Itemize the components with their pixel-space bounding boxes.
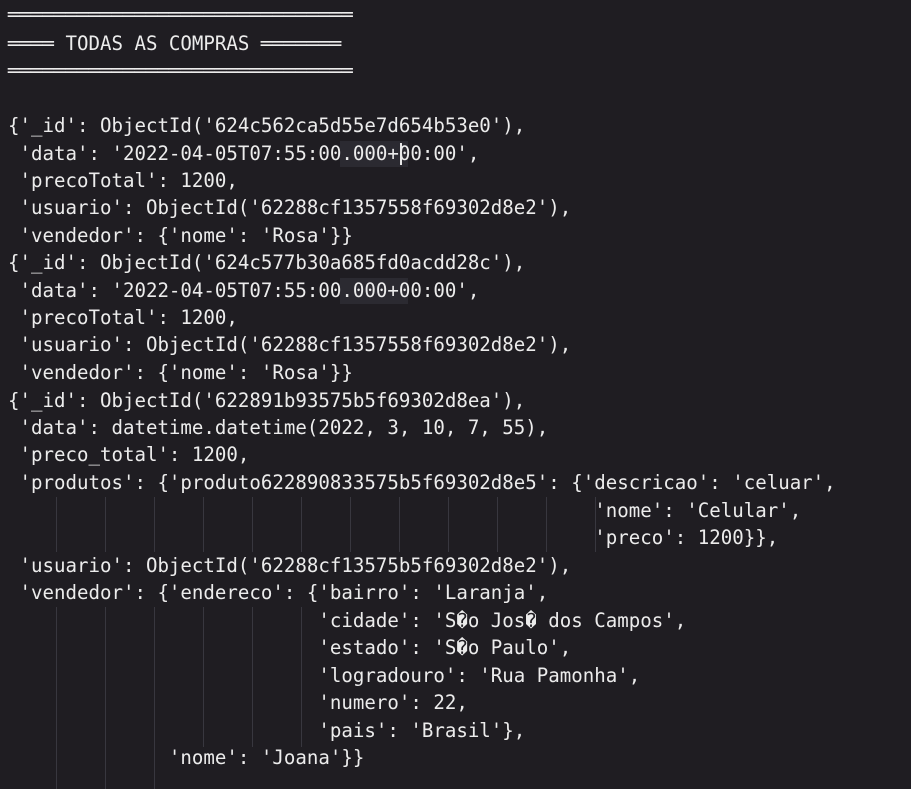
- terminal-line: 'estado': 'S�o Paulo',: [8, 636, 572, 659]
- terminal-line: 'precoTotal': 1200,: [8, 169, 238, 192]
- terminal-line: 'usuario': ObjectId('62288cf1357558f6930…: [8, 196, 572, 219]
- terminal-line: 'data': datetime.datetime(2022, 3, 10, 7…: [8, 416, 549, 439]
- terminal-line: 'data': '2022-04-05T07:55:00.000+00:00',: [8, 279, 480, 302]
- terminal-line: 'precoTotal': 1200,: [8, 306, 238, 329]
- terminal-line: 'produtos': {'produto622890833575b5f6930…: [8, 471, 836, 494]
- terminal-line: {'_id': ObjectId('624c562ca5d55e7d654b53…: [8, 114, 526, 137]
- terminal-line: 'cidade': 'S�o Jos� dos Campos',: [8, 609, 687, 632]
- terminal-line: 'pais': 'Brasil'},: [8, 719, 526, 742]
- terminal-line: 'usuario': ObjectId('62288cf1357558f6930…: [8, 333, 572, 356]
- terminal-line: 'preco': 1200}},: [8, 526, 779, 549]
- terminal-line: 'nome': 'Joana'}}: [8, 746, 365, 769]
- terminal-line: 'vendedor': {'nome': 'Rosa'}}: [8, 224, 353, 247]
- terminal-line: 'data': '2022-04-05T07:55:00.000+00:00',: [8, 142, 480, 165]
- terminal-line: {'_id': ObjectId('622891b93575b5f69302d8…: [8, 389, 526, 412]
- terminal-line: ══════════════════════════════: [8, 3, 353, 26]
- terminal-line: ══════════════════════════════: [8, 59, 353, 82]
- terminal-line: 'nome': 'Celular',: [8, 499, 802, 522]
- terminal-line: 'numero': 22,: [8, 691, 468, 714]
- terminal-line: ════ TODAS AS COMPRAS ═══════: [8, 32, 342, 55]
- terminal-line: 'usuario': ObjectId('62288cf13575b5f6930…: [8, 554, 572, 577]
- terminal-line: 'vendedor': {'endereco': {'bairro': 'Lar…: [8, 581, 549, 604]
- terminal-line: 'logradouro': 'Rua Pamonha',: [8, 664, 641, 687]
- terminal-line: 'vendedor': {'nome': 'Rosa'}}: [8, 361, 353, 384]
- terminal-line: {'_id': ObjectId('624c577b30a685fd0acdd2…: [8, 251, 526, 274]
- terminal-line: 'preco_total': 1200,: [8, 443, 250, 466]
- terminal-output[interactable]: ══════════════════════════════ ════ TODA…: [0, 0, 911, 789]
